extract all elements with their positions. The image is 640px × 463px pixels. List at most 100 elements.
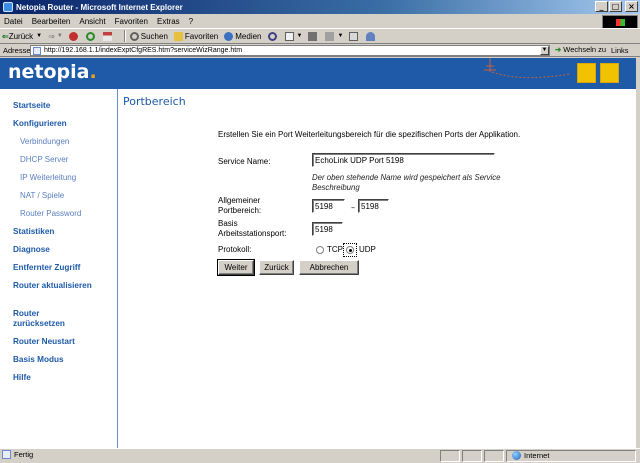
back-arrow-icon: ⇐ [2, 31, 9, 41]
vertical-scrollbar[interactable] [636, 58, 640, 448]
protocol-udp-radio[interactable] [346, 246, 354, 254]
sidebar-item-statistiken[interactable]: Statistiken [13, 227, 54, 237]
sidebar-item-ip-weiterleitung[interactable]: IP Weiterleitung [20, 173, 76, 182]
intro-text: Erstellen Sie ein Port Weiterleitungsber… [218, 130, 521, 139]
base-port-label: Basis Arbeitsstationsport: [218, 219, 287, 238]
home-button[interactable] [102, 31, 114, 41]
base-port-input[interactable]: 5198 [312, 222, 343, 236]
menu-datei[interactable]: Datei [4, 17, 23, 26]
home-icon [102, 31, 112, 41]
protocol-udp-label: UDP [359, 245, 376, 254]
protocol-tcp-label: TCP [327, 245, 343, 254]
favorites-button[interactable]: Favoriten [173, 31, 219, 41]
address-bar: Adresse http://192.168.1.1/indexExptCfgR… [0, 44, 640, 57]
menu-bearbeiten[interactable]: Bearbeiten [32, 17, 71, 26]
sidebar-item-diagnose[interactable]: Diagnose [13, 245, 50, 255]
sidebar-item-hilfe[interactable]: Hilfe [13, 373, 31, 383]
go-button[interactable]: ➔ Wechseln zu [555, 45, 606, 54]
windows-logo-icon [602, 15, 638, 29]
port-range-label: Allgemeiner Portbereich: [218, 196, 262, 215]
address-url: http://192.168.1.1/indexExptCfgRES.htm?s… [44, 47, 243, 54]
forward-button[interactable]: ⇒ ▼ [48, 32, 63, 41]
toolbar: ⇐ Zurück ▼ ⇒ ▼ Suchen Favoriten Medien ▼… [0, 28, 640, 44]
stop-button[interactable] [68, 31, 80, 41]
sidebar-item-router-aktualisieren[interactable]: Router aktualisieren [13, 281, 93, 291]
page-done-icon [2, 450, 11, 459]
page-icon [33, 46, 41, 55]
sidebar-item-startseite[interactable]: Startseite [13, 101, 50, 111]
service-name-hint: Der oben stehende Name wird gespeichert … [312, 173, 501, 192]
history-icon [267, 31, 277, 41]
menu-favoriten[interactable]: Favoriten [115, 17, 148, 26]
sidebar-item-dhcp-server[interactable]: DHCP Server [20, 155, 68, 164]
sidebar-item-router-neustart[interactable]: Router Neustart [13, 337, 75, 347]
sidebar-item-router-zuruecksetzen[interactable]: Router zurücksetzen [13, 309, 93, 329]
internet-zone-icon [512, 451, 521, 460]
back-button[interactable]: ⇐ Zurück ▼ [2, 32, 42, 41]
next-button[interactable]: Weiter [217, 259, 255, 276]
menu-bar: Datei Bearbeiten Ansicht Favoriten Extra… [0, 14, 640, 28]
cancel-button[interactable]: Abbrechen [299, 260, 359, 275]
history-button[interactable] [267, 31, 279, 41]
chevron-down-icon[interactable]: ▼ [337, 33, 343, 39]
minimize-button[interactable]: _ [595, 1, 608, 12]
protocol-label: Protokoll: [218, 245, 252, 254]
sidebar-nav: Startseite Konfigurieren Verbindungen DH… [0, 89, 118, 448]
media-button-label: Medien [235, 31, 262, 41]
main-panel: Portbereich Erstellen Sie ein Port Weite… [118, 89, 636, 448]
media-button[interactable]: Medien [224, 31, 262, 41]
close-button[interactable]: × [625, 1, 638, 12]
sidebar-item-nat-spiele[interactable]: NAT / Spiele [20, 191, 64, 200]
chevron-down-icon[interactable]: ▼ [540, 46, 549, 55]
messenger-button[interactable] [366, 31, 377, 41]
window-titlebar: Netopia Router - Microsoft Internet Expl… [0, 0, 640, 14]
back-button-label: Zurück [8, 31, 34, 41]
sidebar-item-verbindungen[interactable]: Verbindungen [20, 137, 69, 146]
window-title: Netopia Router - Microsoft Internet Expl… [16, 2, 183, 12]
refresh-button[interactable] [85, 31, 97, 41]
netopia-logo: netopia. [8, 61, 97, 83]
refresh-icon [85, 31, 95, 41]
status-left: Fertig [2, 450, 33, 459]
status-zone: Internet [512, 451, 549, 460]
port-to-input[interactable]: 5198 [358, 199, 389, 213]
status-zone-label: Internet [524, 451, 550, 460]
menu-extras[interactable]: Extras [157, 17, 180, 26]
chevron-down-icon[interactable]: ▼ [57, 33, 63, 39]
favorites-button-label: Favoriten [184, 31, 219, 41]
print-button[interactable] [308, 31, 319, 41]
search-button[interactable]: Suchen [129, 31, 168, 41]
links-button[interactable]: Links [611, 46, 629, 55]
window-controls: _ □ × [595, 1, 638, 12]
maximize-button[interactable]: □ [609, 1, 622, 12]
netopia-banner: netopia. [0, 58, 636, 89]
sidebar-item-konfigurieren[interactable]: Konfigurieren [13, 119, 67, 129]
print-icon [308, 31, 318, 41]
menu-ansicht[interactable]: Ansicht [79, 17, 105, 26]
chevron-down-icon[interactable]: ▼ [297, 33, 303, 39]
sidebar-item-router-password[interactable]: Router Password [20, 209, 81, 218]
port-from-input[interactable]: 5198 [312, 199, 345, 213]
edit-icon [325, 31, 335, 41]
discuss-button[interactable] [349, 31, 360, 41]
mail-icon [284, 31, 294, 41]
menu-help[interactable]: ? [189, 17, 193, 26]
page-title: Portbereich [123, 95, 186, 108]
edit-button[interactable]: ▼ [325, 31, 343, 41]
sidebar-item-entfernter-zugriff[interactable]: Entfernter Zugriff [13, 263, 80, 273]
status-text: Fertig [14, 450, 34, 459]
back-page-button[interactable]: Zurück [259, 260, 294, 275]
address-input[interactable]: http://192.168.1.1/indexExptCfgRES.htm?s… [30, 45, 550, 56]
service-name-input[interactable]: EchoLink UDP Port 5198 [312, 153, 495, 167]
ie-icon [3, 2, 13, 12]
sidebar-item-basis-modus[interactable]: Basis Modus [13, 355, 64, 365]
protocol-tcp-radio[interactable] [316, 246, 324, 254]
mail-button[interactable]: ▼ [284, 31, 303, 41]
go-arrow-icon: ➔ [555, 45, 562, 54]
stop-icon [68, 31, 78, 41]
media-icon [224, 31, 234, 41]
toolbar-separator [123, 30, 126, 42]
chevron-down-icon[interactable]: ▼ [36, 33, 42, 39]
logo-dot: . [89, 61, 97, 83]
go-button-label: Wechseln zu [563, 45, 607, 54]
